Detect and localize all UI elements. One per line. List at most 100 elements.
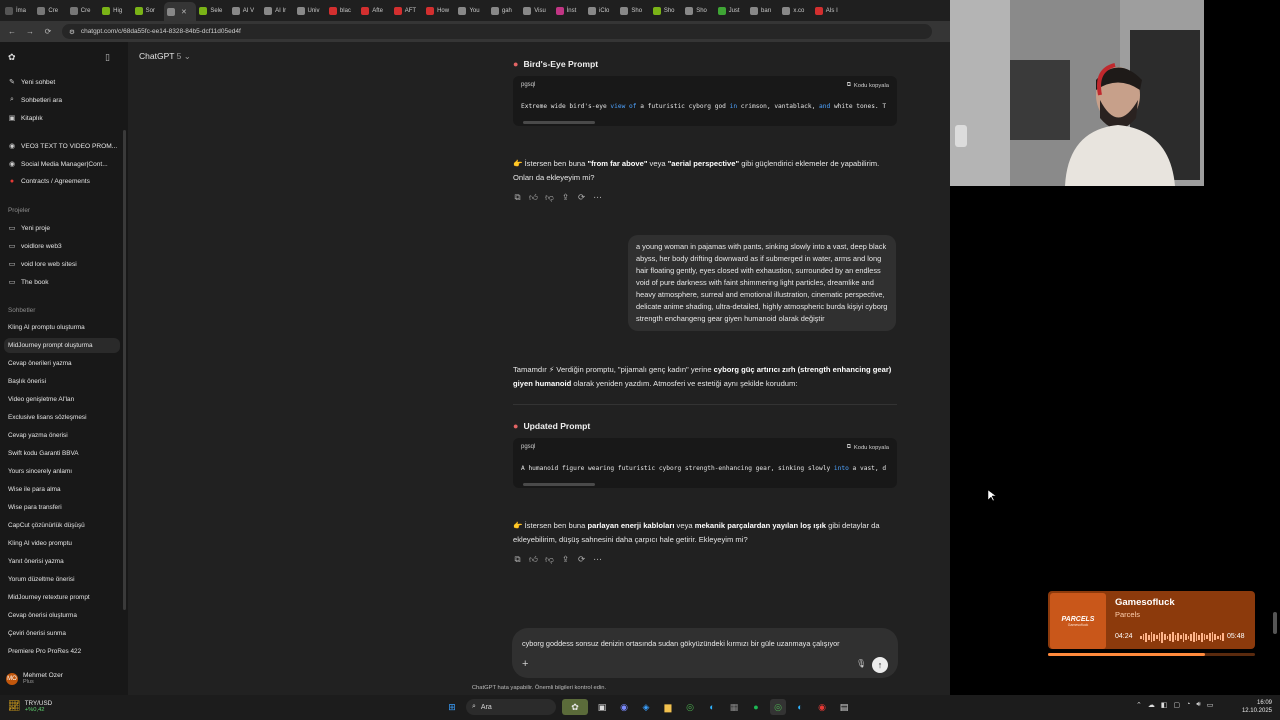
chrome-active-icon[interactable]: ◎ xyxy=(770,699,786,715)
model-selector[interactable]: ChatGPT 5 ⌄ xyxy=(139,51,191,62)
send-button[interactable]: ↑ xyxy=(872,657,888,673)
sidebar-chat-item[interactable]: CapCut çözünürlük düşüşü xyxy=(8,522,85,529)
copy-code-button[interactable]: ⧉ Kodu kopyala xyxy=(847,444,889,451)
sidebar-gpt-veo3[interactable]: ◉ VEO3 TEXT TO VIDEO PROM... xyxy=(8,142,117,151)
sidebar-project-void-lore-site[interactable]: ▭ void lore web sitesi xyxy=(8,260,77,269)
copilot-icon[interactable]: ◈ xyxy=(638,699,654,715)
composer-input[interactable]: cyborg goddess sonsuz denizin ortasında … xyxy=(522,639,840,648)
copy-icon[interactable]: ⧉ xyxy=(513,554,522,565)
sidebar-project-the-book[interactable]: ▭ The book xyxy=(8,278,49,287)
regenerate-icon[interactable]: ⟳ xyxy=(577,192,586,203)
site-info-icon[interactable]: ⚙ xyxy=(69,28,75,36)
sidebar-chat-item[interactable]: MidJourney prompt oluşturma xyxy=(4,338,120,353)
browser-tab[interactable]: gah xyxy=(488,3,520,19)
sidebar-toggle-icon[interactable]: ▯ xyxy=(105,52,110,63)
chevron-up-icon[interactable]: ⌃ xyxy=(1136,701,1142,709)
more-icon[interactable]: ⋯ xyxy=(593,554,602,565)
search-highlight-icon[interactable]: ✿ xyxy=(562,699,588,715)
browser-tab[interactable]: Visu xyxy=(520,3,552,19)
music-progress-bar[interactable] xyxy=(1048,653,1255,656)
copy-code-button[interactable]: ⧉ Kodu kopyala xyxy=(847,82,889,89)
system-clock[interactable]: 16:09 12.10.2025 xyxy=(1232,699,1272,715)
sidebar-chat-item[interactable]: Cevap yazma önerisi xyxy=(8,432,68,439)
share-icon[interactable]: ⇪ xyxy=(561,192,570,203)
now-playing-widget[interactable]: PARCELS Gamesofluck Gamesofluck Parcels … xyxy=(1048,591,1255,649)
message-composer[interactable]: cyborg goddess sonsuz denizin ortasında … xyxy=(512,628,898,678)
sidebar-chat-item[interactable]: Swift kodu Garanti BBVA xyxy=(8,450,79,457)
file-explorer-icon[interactable]: ▆ xyxy=(660,699,676,715)
sidebar-project-voidlore-web3[interactable]: ▭ voidlore web3 xyxy=(8,242,62,251)
user-profile[interactable]: MO Mehmet Ozer Plus xyxy=(6,672,63,685)
browser-tab[interactable]: iClo xyxy=(585,3,617,19)
sidebar-item-library[interactable]: ▣ Kitaplık xyxy=(8,114,43,123)
cloud-icon[interactable]: ☁ xyxy=(1148,701,1155,709)
browser-tab[interactable]: Cre xyxy=(34,3,66,19)
sidebar-scrollbar[interactable] xyxy=(123,130,126,610)
code-scrollbar[interactable] xyxy=(523,483,595,486)
thumbs-down-icon[interactable]: 👎︎ xyxy=(545,554,554,565)
browser-tab[interactable]: AFT xyxy=(391,3,423,19)
wifi-icon[interactable]: ◔ xyxy=(1186,701,1190,709)
browser-tab[interactable]: barı xyxy=(747,3,779,19)
url-field[interactable]: ⚙ chatgpt.com/c/68da55fc-ee14-8328-84b5-… xyxy=(62,24,932,39)
thumbs-down-icon[interactable]: 👎︎ xyxy=(545,192,554,203)
sidebar-chat-item[interactable]: MidJourney retexture prompt xyxy=(8,594,90,601)
browser-tab[interactable]: AI V xyxy=(229,3,261,19)
browser-tab[interactable]: Sor xyxy=(132,3,164,19)
back-icon[interactable]: ← xyxy=(6,27,18,36)
sidebar-chat-item[interactable]: Çeviri önerisi sunma xyxy=(8,630,66,637)
browser-tab[interactable]: How xyxy=(423,3,455,19)
sidebar-chat-item[interactable]: Kling AI promptu oluşturma xyxy=(8,324,85,331)
market-widget[interactable]: 📈︎ TRY/USD +%0,42 xyxy=(8,700,52,713)
more-icon[interactable]: ⋯ xyxy=(593,192,602,203)
sidebar-chat-item[interactable]: Premiere Pro ProRes 422 xyxy=(8,648,81,655)
openai-logo-icon[interactable]: ✿ xyxy=(8,52,16,63)
volume-icon[interactable]: 🔊︎ xyxy=(1196,701,1200,709)
reload-icon[interactable]: ⟳ xyxy=(42,27,54,36)
close-tab-icon[interactable]: ✕ xyxy=(181,8,187,16)
browser-tab[interactable]: Afte xyxy=(358,3,390,19)
battery-icon[interactable]: ▭ xyxy=(1207,701,1214,709)
sidebar-chat-item[interactable]: Yorum düzeltme önerisi xyxy=(8,576,75,583)
sidebar-item-new-chat[interactable]: ✎ Yeni sohbet xyxy=(8,78,55,87)
browser-tab[interactable]: AIs I xyxy=(812,3,844,19)
scrollbar[interactable] xyxy=(1273,612,1277,634)
sidebar-gpt-social-media[interactable]: ◉ Social Media Manager|Cont... xyxy=(8,160,108,169)
browser-tab[interactable]: AI Ir xyxy=(261,3,293,19)
terminal-icon[interactable]: ▤ xyxy=(836,699,852,715)
browser-tab[interactable]: You xyxy=(455,3,487,19)
thumbs-up-icon[interactable]: 👍︎ xyxy=(529,192,538,203)
sidebar-gpt-contracts[interactable]: ● Contracts / Agreements xyxy=(8,178,90,185)
browser-tab[interactable]: ✕ xyxy=(163,2,197,21)
sidebar-chat-item[interactable]: Yanıt önerisi yazma xyxy=(8,558,64,565)
browser-tab[interactable]: Sho xyxy=(650,3,682,19)
regenerate-icon[interactable]: ⟳ xyxy=(577,554,586,565)
spotify-icon[interactable]: ● xyxy=(748,699,764,715)
start-icon[interactable]: ⊞ xyxy=(444,699,460,715)
language-icon[interactable]: ▢ xyxy=(1174,701,1181,709)
app-icon[interactable]: ▦ xyxy=(726,699,742,715)
sidebar-chat-item[interactable]: Başlık önerisi xyxy=(8,378,46,385)
browser-tab[interactable]: Sho xyxy=(682,3,714,19)
sidebar-chat-item[interactable]: Cevap önerileri yazma xyxy=(8,360,72,367)
chrome-icon[interactable]: ◎ xyxy=(682,699,698,715)
browser-tab[interactable]: İma xyxy=(2,3,34,19)
sidebar-chat-item[interactable]: Kling AI video promptu xyxy=(8,540,72,547)
browser-tab[interactable]: Sele xyxy=(196,3,228,19)
taskbar-search[interactable]: ⌕ Ara xyxy=(466,699,556,715)
sidebar-chat-item[interactable]: Exclusive lisans sözleşmesi xyxy=(8,414,87,421)
browser-tab[interactable]: Sho xyxy=(617,3,649,19)
browser-tab[interactable]: Cre xyxy=(67,3,99,19)
app-tray-icon[interactable]: ◧ xyxy=(1161,701,1168,709)
microphone-icon[interactable]: 🎙︎ xyxy=(856,659,866,668)
task-view-icon[interactable]: ▣ xyxy=(594,699,610,715)
copy-icon[interactable]: ⧉ xyxy=(513,192,522,203)
sidebar-chat-item[interactable]: Yours sincerely anlamı xyxy=(8,468,72,475)
browser-tab[interactable]: blac xyxy=(326,3,358,19)
sidebar-chat-item[interactable]: Wise ile para alma xyxy=(8,486,61,493)
browser-tab[interactable]: Hig xyxy=(99,3,131,19)
browser-tab[interactable]: x.co xyxy=(779,3,811,19)
sidebar-chat-item[interactable]: Wise para transferi xyxy=(8,504,62,511)
sidebar-chat-item[interactable]: Video genişletme AI'lan xyxy=(8,396,74,403)
sidebar-chat-item[interactable]: Cevap önerisi oluşturma xyxy=(8,612,77,619)
